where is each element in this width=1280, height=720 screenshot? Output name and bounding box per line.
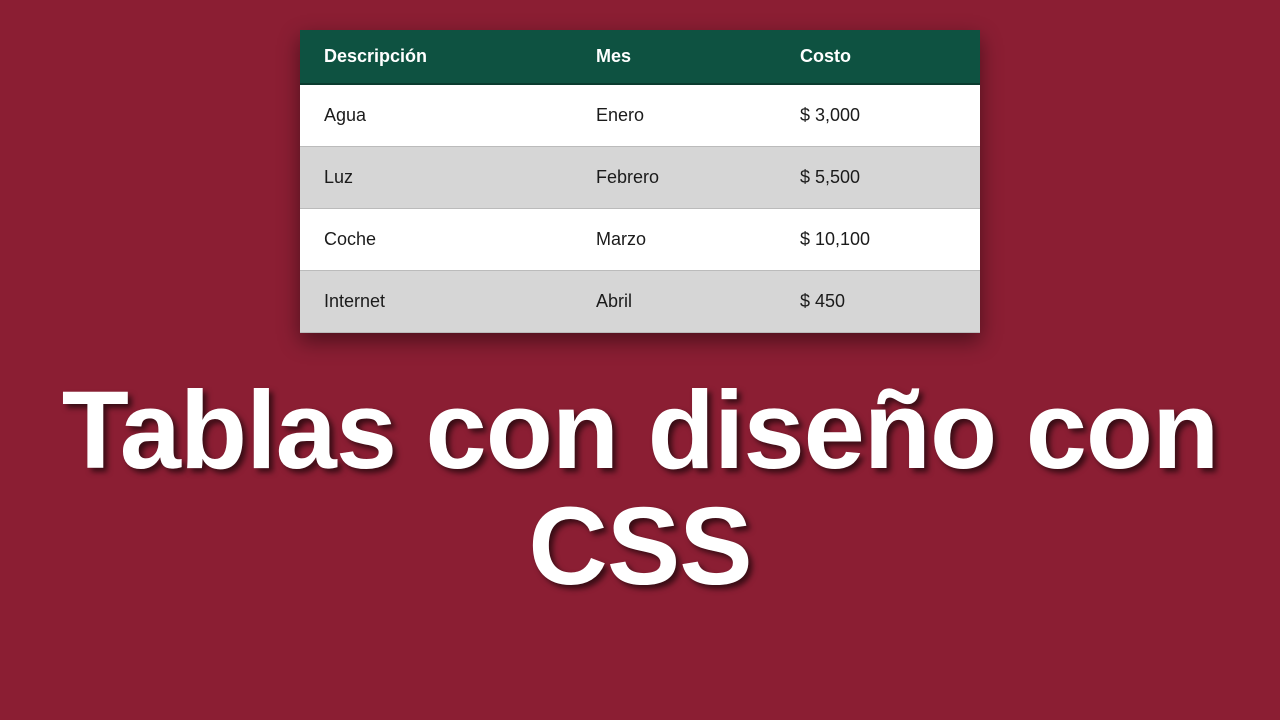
table-row: Coche Marzo $ 10,100 — [300, 209, 980, 271]
table-row: Luz Febrero $ 5,500 — [300, 147, 980, 209]
cell-month: Febrero — [572, 147, 776, 209]
header-month: Mes — [572, 30, 776, 84]
styled-table-card: Descripción Mes Costo Agua Enero $ 3,000… — [300, 30, 980, 333]
header-description: Descripción — [300, 30, 572, 84]
header-cost: Costo — [776, 30, 980, 84]
table-row: Internet Abril $ 450 — [300, 271, 980, 333]
cell-description: Internet — [300, 271, 572, 333]
cell-description: Coche — [300, 209, 572, 271]
cell-month: Marzo — [572, 209, 776, 271]
cell-cost: $ 3,000 — [776, 84, 980, 147]
cell-month: Abril — [572, 271, 776, 333]
cell-cost: $ 450 — [776, 271, 980, 333]
table-row: Agua Enero $ 3,000 — [300, 84, 980, 147]
cell-description: Agua — [300, 84, 572, 147]
page-title: Tablas con diseño con CSS — [0, 373, 1280, 604]
cell-cost: $ 5,500 — [776, 147, 980, 209]
cell-description: Luz — [300, 147, 572, 209]
cell-month: Enero — [572, 84, 776, 147]
table-header-row: Descripción Mes Costo — [300, 30, 980, 84]
cell-cost: $ 10,100 — [776, 209, 980, 271]
expenses-table: Descripción Mes Costo Agua Enero $ 3,000… — [300, 30, 980, 333]
